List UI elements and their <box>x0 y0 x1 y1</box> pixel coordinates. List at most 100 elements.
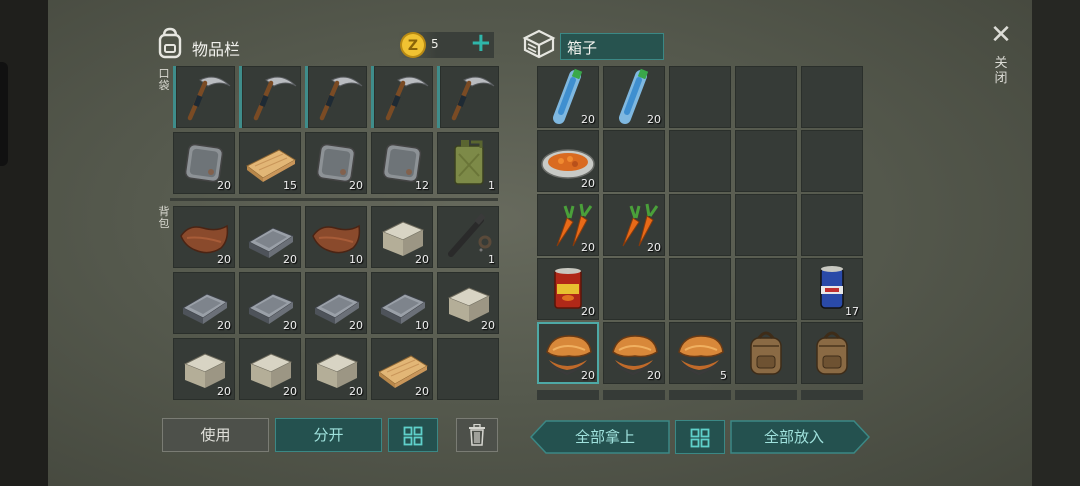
box-slot[interactable]: 20 <box>537 130 599 192</box>
box-slot[interactable]: 20 <box>603 322 665 384</box>
box-header-icon <box>522 29 556 63</box>
item-count: 20 <box>217 385 231 398</box>
item-count: 20 <box>217 179 231 192</box>
item-count: 20 <box>415 385 429 398</box>
add-coins-button[interactable]: + <box>470 28 492 58</box>
box-slot[interactable] <box>669 130 731 192</box>
box-slot[interactable] <box>735 258 797 320</box>
box-sort-button[interactable] <box>675 420 725 454</box>
backpack-slot[interactable]: 20 <box>305 272 367 334</box>
pocket-divider <box>170 198 498 201</box>
backpack-slot[interactable]: 10 <box>305 206 367 268</box>
coin-count: 5 <box>431 37 439 51</box>
box-slot[interactable] <box>669 66 731 128</box>
box-slot[interactable] <box>801 66 863 128</box>
box-slot[interactable] <box>801 322 863 384</box>
box-slot[interactable]: 20 <box>537 194 599 256</box>
backpack-slot[interactable]: 20 <box>437 272 499 334</box>
pocket-slot[interactable]: 20 <box>173 132 235 194</box>
pocket-label: 口袋 <box>158 67 170 92</box>
box-slot[interactable]: 20 <box>603 66 665 128</box>
trash-icon <box>468 423 486 457</box>
close-label: 关闭 <box>994 56 1008 86</box>
box-slot[interactable] <box>669 258 731 320</box>
item-count: 20 <box>217 319 231 332</box>
item-count: 5 <box>720 369 727 382</box>
box-slot[interactable]: 17 <box>801 258 863 320</box>
backpack-slot[interactable]: 20 <box>239 338 301 400</box>
item-count: 20 <box>481 319 495 332</box>
box-title-field[interactable]: 箱子 <box>560 33 664 60</box>
box-slot[interactable] <box>801 130 863 192</box>
item-count: 20 <box>581 305 595 318</box>
item-count: 17 <box>845 305 859 318</box>
box-slot[interactable] <box>801 194 863 256</box>
device-notch <box>0 62 8 166</box>
box-title: 箱子 <box>567 39 598 57</box>
pocket-slot[interactable]: 1 <box>437 132 499 194</box>
item-count: 20 <box>349 385 363 398</box>
pocket-slot[interactable] <box>437 66 499 128</box>
take-all-label: 全部拿上 <box>574 428 635 446</box>
pocket-slot[interactable] <box>305 66 367 128</box>
item-count: 20 <box>283 319 297 332</box>
item-count: 20 <box>283 385 297 398</box>
item-count: 20 <box>349 319 363 332</box>
item-count: 20 <box>581 241 595 254</box>
backpack-slot[interactable]: 20 <box>371 338 433 400</box>
grid-icon <box>403 425 423 457</box>
box-slot[interactable] <box>735 322 797 384</box>
box-slot[interactable] <box>735 130 797 192</box>
put-all-label: 全部放入 <box>763 428 824 446</box>
box-slot[interactable] <box>669 194 731 256</box>
inventory-sort-button[interactable] <box>388 418 438 452</box>
pocket-slot[interactable] <box>371 66 433 128</box>
item-count: 20 <box>217 253 231 266</box>
item-count: 20 <box>581 113 595 126</box>
box-slot[interactable]: 20 <box>537 322 599 384</box>
item-count: 1 <box>488 179 495 192</box>
item-count: 20 <box>415 253 429 266</box>
coin-counter: Z 5 + <box>398 28 494 58</box>
inventory-title: 物品栏 <box>192 40 241 59</box>
backpack-slot[interactable]: 20 <box>173 338 235 400</box>
box-slot[interactable]: 20 <box>537 258 599 320</box>
box-slot[interactable]: 5 <box>669 322 731 384</box>
screen-right-edge <box>1032 0 1080 486</box>
grid-icon <box>690 427 710 459</box>
item-count: 15 <box>283 179 297 192</box>
item-count: 1 <box>488 253 495 266</box>
box-slot[interactable] <box>603 130 665 192</box>
backpack-slot[interactable]: 20 <box>173 272 235 334</box>
box-slot[interactable]: 20 <box>537 66 599 128</box>
backpack-slot[interactable]: 20 <box>305 338 367 400</box>
pocket-slot[interactable] <box>173 66 235 128</box>
box-slot[interactable]: 20 <box>603 194 665 256</box>
pocket-slot[interactable] <box>239 66 301 128</box>
svg-text:Z: Z <box>408 38 418 54</box>
backpack-slot[interactable]: 20 <box>239 272 301 334</box>
use-button[interactable]: 使用 <box>162 418 269 452</box>
backpack-slot[interactable]: 20 <box>173 206 235 268</box>
item-count: 10 <box>349 253 363 266</box>
backpack-slot[interactable]: 10 <box>371 272 433 334</box>
backpack-slot[interactable]: 1 <box>437 206 499 268</box>
backpack-slot[interactable]: 20 <box>371 206 433 268</box>
put-all-button[interactable]: 全部放入 <box>730 420 870 454</box>
backpack-slot[interactable] <box>437 338 499 400</box>
take-all-button[interactable]: 全部拿上 <box>530 420 670 454</box>
box-slot[interactable] <box>735 66 797 128</box>
coin-icon: Z <box>398 30 428 64</box>
item-count: 20 <box>349 179 363 192</box>
delete-button[interactable] <box>456 418 498 452</box>
box-slot[interactable] <box>735 194 797 256</box>
close-button[interactable]: ✕ 关闭 <box>984 20 1018 100</box>
split-button[interactable]: 分开 <box>275 418 382 452</box>
pocket-slot[interactable]: 20 <box>305 132 367 194</box>
backpack-header-icon <box>156 27 184 63</box>
pocket-slot[interactable]: 12 <box>371 132 433 194</box>
box-slot[interactable] <box>603 258 665 320</box>
pocket-slot[interactable]: 15 <box>239 132 301 194</box>
backpack-slot[interactable]: 20 <box>239 206 301 268</box>
item-count: 20 <box>647 241 661 254</box>
